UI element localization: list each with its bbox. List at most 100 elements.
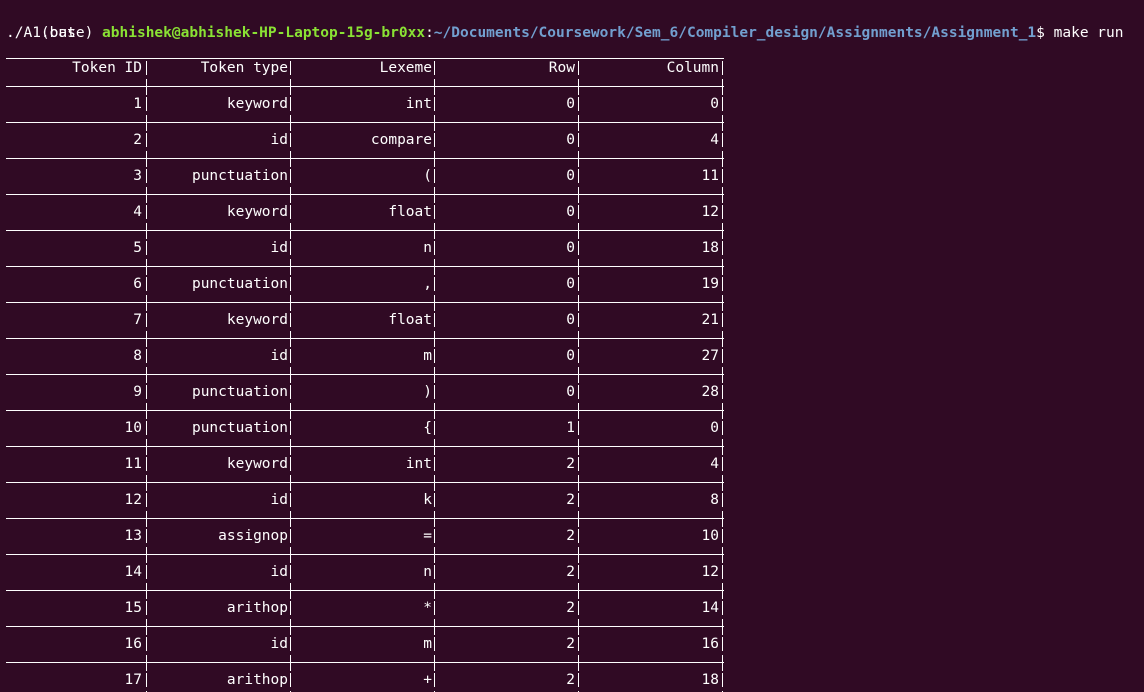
- table-column-separator: [434, 565, 435, 579]
- table-column-separator: [722, 169, 723, 183]
- table-cell: 19: [701, 276, 719, 292]
- table-column-separator: [290, 61, 291, 75]
- table-column-separator: [578, 97, 579, 111]
- table-cell: {: [423, 420, 432, 436]
- table-cell: 6: [133, 276, 142, 292]
- table-column-separator: [578, 205, 579, 219]
- table-column-separator: [722, 583, 723, 599]
- table-cell: 12: [701, 204, 719, 220]
- table-column-separator: [434, 61, 435, 75]
- table-column-separator: [146, 511, 147, 527]
- table-row: 7 keyword float 0 21: [6, 311, 726, 329]
- table-border-line: [6, 446, 724, 447]
- table-column-separator: [722, 151, 723, 167]
- table-cell: id: [270, 348, 288, 364]
- table-column-separator: [722, 295, 723, 311]
- table-row: 14 id n 2 12: [6, 563, 726, 581]
- table-column-separator: [434, 619, 435, 635]
- table-cell: 21: [701, 312, 719, 328]
- table-column-separator: [722, 403, 723, 419]
- table-column-separator: [722, 601, 723, 615]
- table-cell: int: [405, 456, 432, 472]
- table-column-separator: [146, 277, 147, 291]
- table-column-separator: [722, 565, 723, 579]
- table-column-separator: [290, 511, 291, 527]
- table-cell: Token ID: [72, 60, 142, 76]
- table-cell: id: [270, 492, 288, 508]
- table-column-separator: [146, 421, 147, 435]
- table-column-separator: [722, 493, 723, 507]
- table-cell: 2: [566, 492, 575, 508]
- table-column-separator: [146, 133, 147, 147]
- table-column-separator: [146, 223, 147, 239]
- table-column-separator: [722, 421, 723, 435]
- table-border-line: [6, 374, 724, 375]
- table-border-line: [6, 482, 724, 483]
- table-column-separator: [146, 403, 147, 419]
- table-column-separator: [578, 367, 579, 383]
- table-column-separator: [722, 97, 723, 111]
- table-column-separator: [578, 61, 579, 75]
- table-column-separator: [578, 187, 579, 203]
- table-cell: 14: [124, 564, 142, 580]
- table-border-line: [6, 302, 724, 303]
- table-cell: 0: [566, 96, 575, 112]
- table-border-line: [6, 194, 724, 195]
- table-cell: k: [423, 492, 432, 508]
- table-column-separator: [290, 673, 291, 687]
- table-column-separator: [434, 421, 435, 435]
- table-column-separator: [290, 133, 291, 147]
- table-cell: 11: [124, 456, 142, 472]
- table-column-separator: [146, 97, 147, 111]
- table-row: 15 arithop * 2 14: [6, 599, 726, 617]
- table-cell: 5: [133, 240, 142, 256]
- table-column-separator: [290, 115, 291, 131]
- table-row: 17 arithop +2 18: [6, 671, 726, 689]
- table-column-separator: [722, 331, 723, 347]
- table-column-separator: [434, 511, 435, 527]
- table-column-separator: [434, 547, 435, 563]
- table-column-separator: [722, 367, 723, 383]
- table-row: 5 id n 0 18: [6, 239, 726, 257]
- table-column-separator: [290, 439, 291, 455]
- table-cell: m: [423, 636, 432, 652]
- table-column-separator: [146, 475, 147, 491]
- table-column-separator: [290, 97, 291, 111]
- table-column-separator: [578, 385, 579, 399]
- terminal-window[interactable]: (base) abhishek@abhishek-HP-Laptop-15g-b…: [0, 0, 1144, 692]
- table-cell: 18: [701, 672, 719, 688]
- table-cell: punctuation: [191, 276, 288, 292]
- table-column-separator: [722, 547, 723, 563]
- table-border-line: [6, 86, 724, 87]
- table-column-separator: [434, 169, 435, 183]
- table-border-line: [6, 590, 724, 591]
- table-cell: id: [270, 132, 288, 148]
- table-cell: punctuation: [191, 168, 288, 184]
- table-column-separator: [578, 115, 579, 131]
- table-cell: arithop: [226, 672, 288, 688]
- table-column-separator: [434, 115, 435, 131]
- table-column-separator: [290, 457, 291, 471]
- table-column-separator: [578, 565, 579, 579]
- table-column-separator: [578, 493, 579, 507]
- table-column-separator: [722, 385, 723, 399]
- table-column-separator: [434, 673, 435, 687]
- table-row: 3 punctuation (0 11: [6, 167, 726, 185]
- table-cell: n: [423, 240, 432, 256]
- table-column-separator: [578, 421, 579, 435]
- table-column-separator: [290, 223, 291, 239]
- table-column-separator: [146, 619, 147, 635]
- table-column-separator: [434, 187, 435, 203]
- table-border-line: [6, 230, 724, 231]
- table-cell: keyword: [226, 456, 288, 472]
- table-cell: 2: [133, 132, 142, 148]
- table-cell: 10: [701, 528, 719, 544]
- table-cell: compare: [370, 132, 432, 148]
- table-column-separator: [578, 601, 579, 615]
- table-column-separator: [290, 547, 291, 563]
- table-column-separator: [290, 655, 291, 671]
- table-cell: =: [423, 528, 432, 544]
- table-column-separator: [722, 673, 723, 687]
- table-cell: ,: [423, 276, 432, 292]
- table-column-separator: [290, 79, 291, 95]
